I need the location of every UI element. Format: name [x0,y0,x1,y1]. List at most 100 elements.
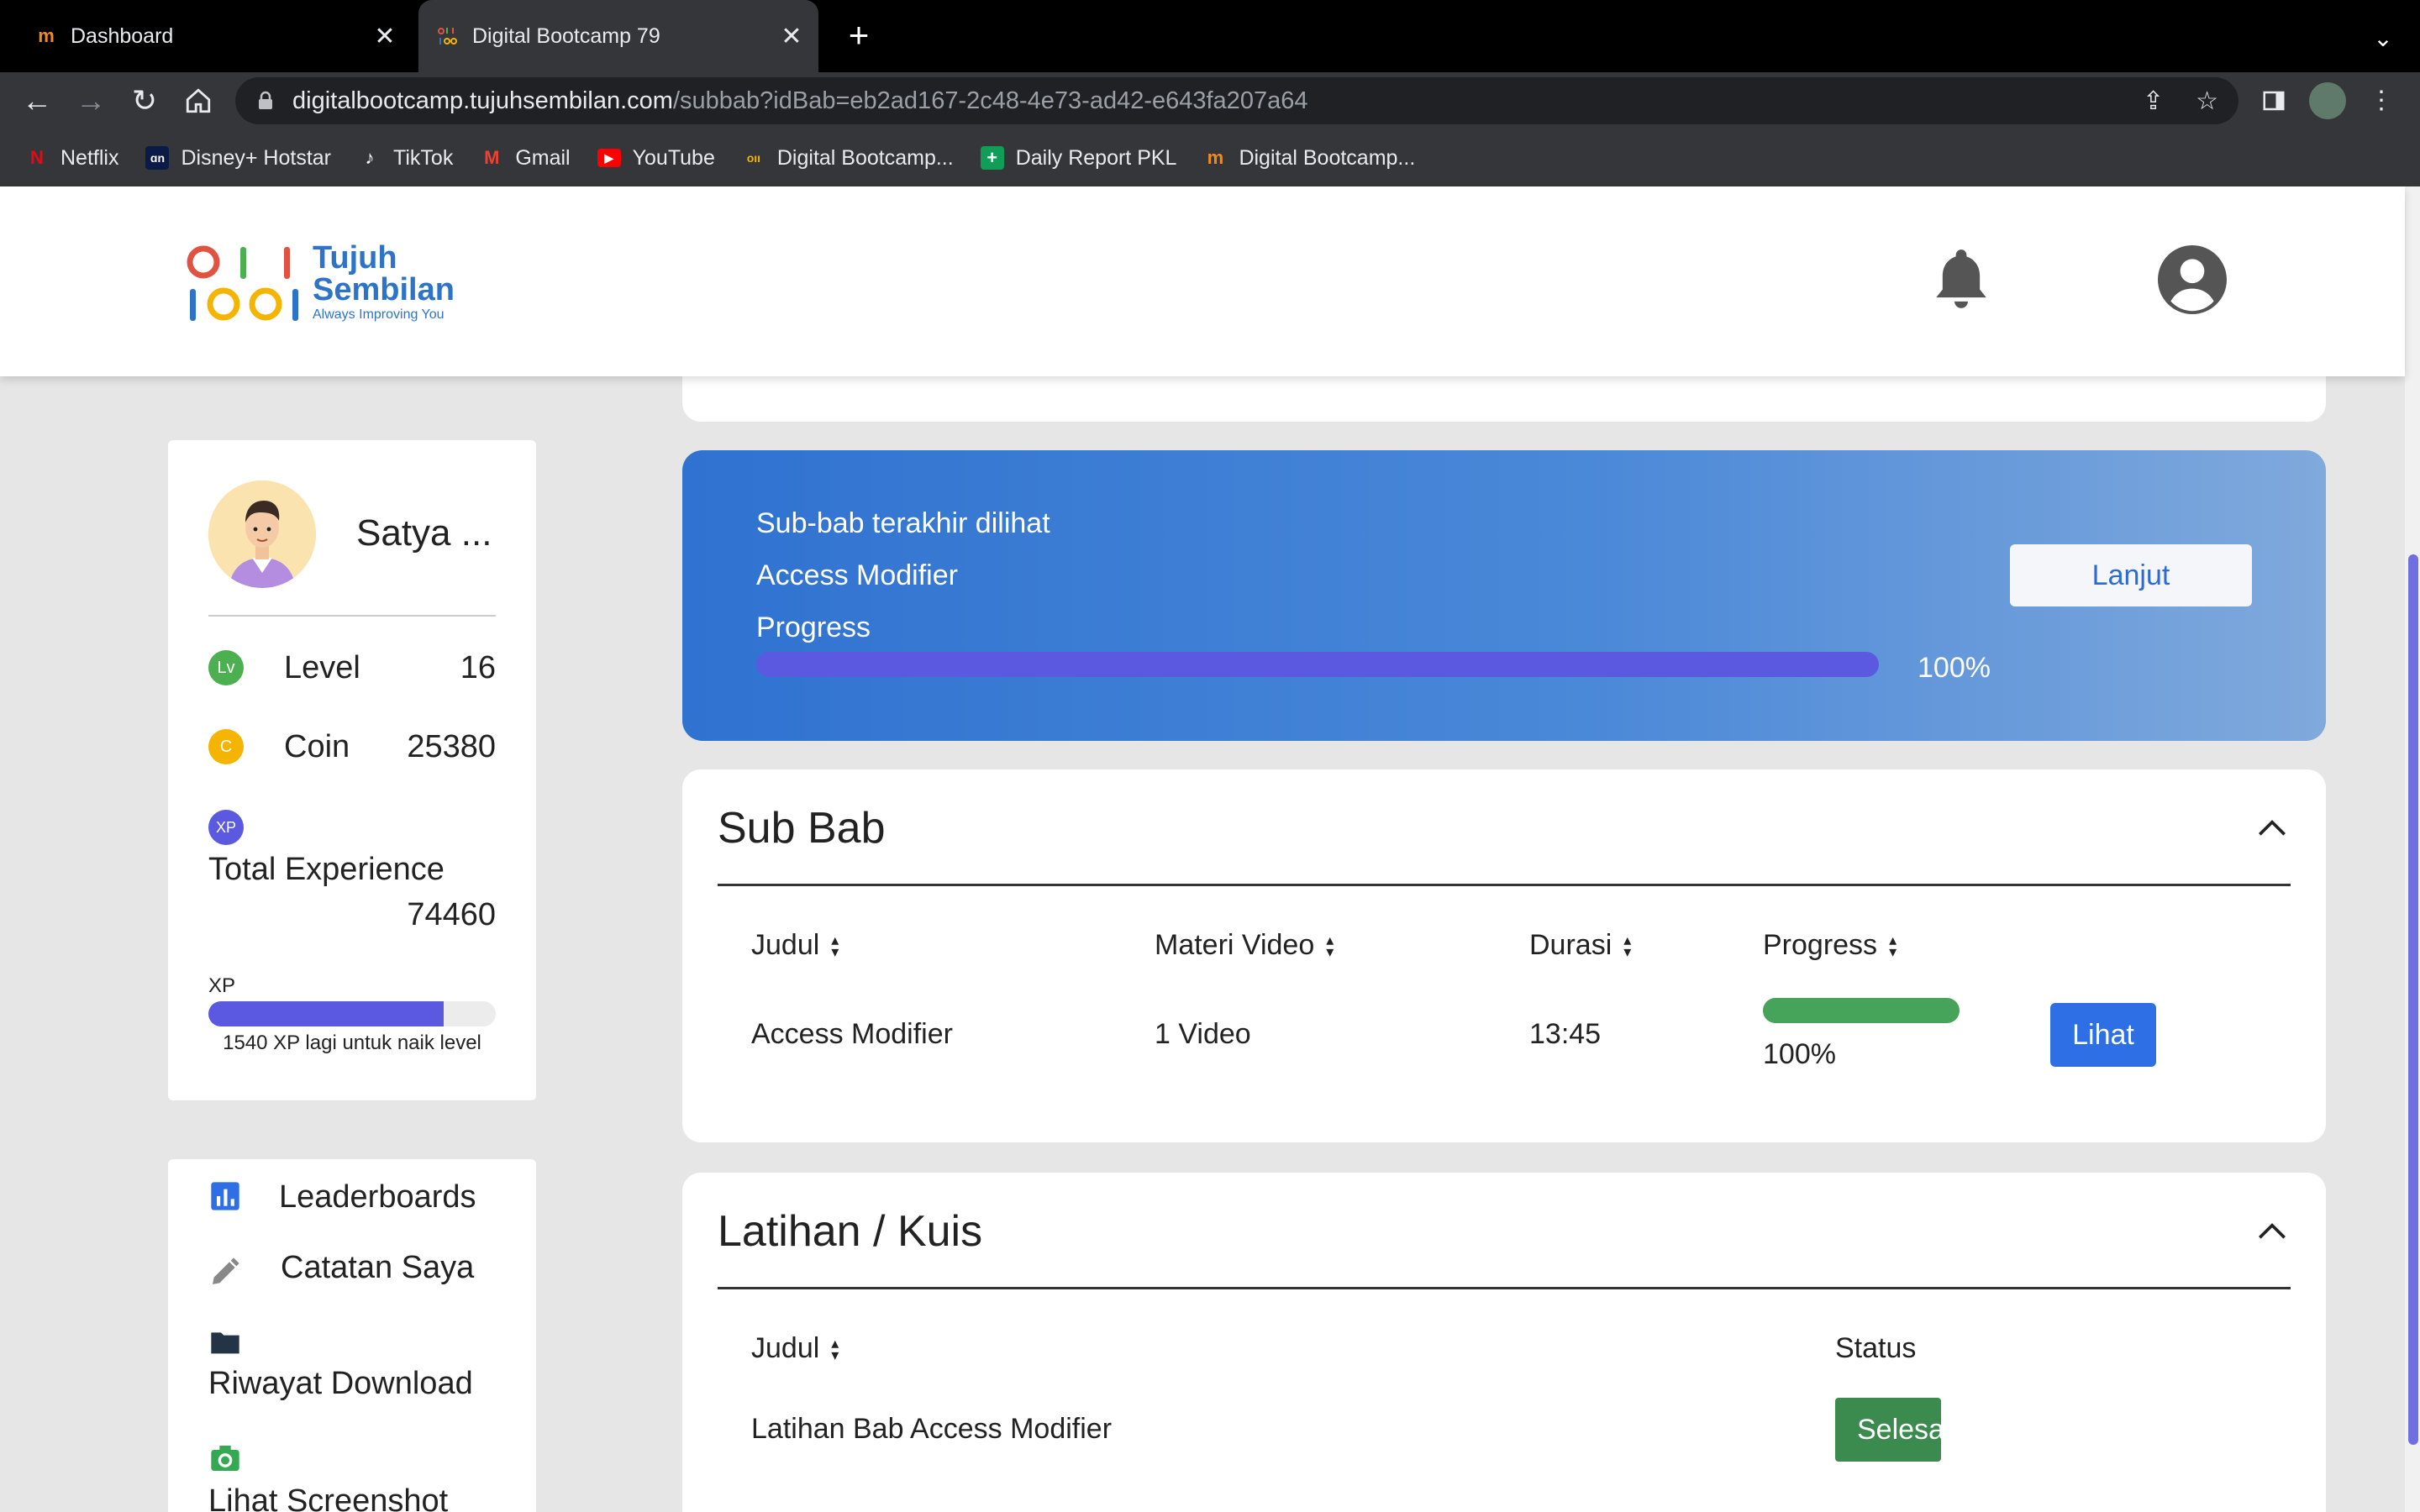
column-header-judul[interactable]: Judul ▴ ▾ [751,1332,839,1365]
column-header-judul[interactable]: Judul ▴ ▾ [751,929,839,962]
menu-item-label: Leaderboards [279,1179,476,1215]
column-header-label: Materi Video [1155,929,1315,961]
menu-item-label: Riwayat Download [208,1366,473,1401]
tab-title: Digital Bootcamp 79 [472,24,660,48]
kebab-menu-icon[interactable]: ⋮ [2365,81,2398,121]
bookmark-youtube[interactable]: ▶ YouTube [597,146,715,171]
bootcamp-icon [435,24,460,49]
bookmark-label: YouTube [632,145,715,170]
camera-icon [211,1446,239,1471]
level-badge-icon: Lv [208,650,244,685]
divider [718,1287,2291,1289]
side-panel-icon[interactable] [2255,81,2292,121]
bookmark-label: Netflix [60,145,119,170]
url-host: digitalbootcamp.tujuhsembilan.com [292,87,673,114]
chevron-up-icon[interactable] [2254,810,2291,847]
sort-icon[interactable]: ▴ ▾ [1889,932,1897,959]
bookmark-gmail[interactable]: M Gmail [480,146,570,171]
column-header-progress[interactable]: Progress ▴ ▾ [1763,929,1897,962]
menu-item-riwayat-download[interactable]: Riwayat Download [208,1326,528,1410]
column-header-durasi[interactable]: Durasi ▴ ▾ [1529,929,1631,962]
bootcamp-icon: m [1207,147,1224,168]
lanjut-button[interactable]: Lanjut [2010,544,2252,606]
last-seen-title: Access Modifier [756,559,958,591]
gmail-icon: M [484,147,500,168]
row-progress-bar [1763,998,1960,1023]
chevron-up-icon[interactable] [2254,1213,2291,1250]
url-path: /subbab?idBab=eb2ad167-2c48-4e73-ad42-e6… [672,87,1308,114]
folder-icon [211,1332,239,1354]
xp-note: 1540 XP lagi untuk naik level [223,1032,481,1054]
tab-digital-bootcamp[interactable]: Digital Bootcamp 79 ✕ [418,0,818,72]
cell-materi-video: 1 Video [1155,1018,1251,1050]
menu-item-leaderboards[interactable]: Leaderboards [208,1179,528,1233]
menu-item-lihat-screenshot[interactable]: Lihat Screenshot [208,1441,528,1512]
sort-icon[interactable]: ▴ ▾ [1326,932,1334,959]
bookmark-label: Digital Bootcamp... [1239,145,1416,170]
scrollbar-thumb[interactable] [2408,554,2418,1445]
column-header-status: Status [1835,1332,1916,1365]
bootcamp-icon: oıı [746,151,761,165]
level-label: Level [284,650,360,685]
logo-mark-icon [187,245,298,321]
bookmark-bootcamp-1[interactable]: oıı Digital Bootcamp... [742,146,954,171]
tiktok-icon: ♪ [365,147,375,168]
new-tab-button[interactable]: + [837,13,881,57]
close-icon[interactable]: ✕ [775,22,808,51]
row-progress-fill [1763,998,1960,1023]
column-header-label: Durasi [1529,929,1612,961]
sub-bab-title: Sub Bab [718,804,886,853]
last-seen-heading: Sub-bab terakhir dilihat [756,507,1050,539]
bookmark-label: Disney+ Hotstar [181,145,332,170]
reload-icon[interactable]: ↻ [124,81,165,121]
level-value: 16 [460,650,496,685]
profile-avatar-icon[interactable] [2309,82,2346,119]
logo-text-line1: Tujuh [313,240,397,276]
sub-bab-card [682,769,2326,1142]
forward-icon[interactable]: → [71,81,111,121]
column-header-label: Status [1835,1332,1917,1364]
cell-durasi: 13:45 [1529,1018,1602,1050]
column-header-label: Judul [751,929,820,961]
last-seen-progress-bar [756,652,1879,677]
address-bar[interactable]: digitalbootcamp.tujuhsembilan.com/subbab… [235,77,2238,124]
xp-bar-label: XP [208,974,236,997]
sort-icon[interactable]: ▴ ▾ [831,1336,839,1362]
user-account-icon[interactable] [2158,245,2227,314]
bookmark-hotstar[interactable]: ɑn Disney+ Hotstar [145,146,331,171]
avatar[interactable] [208,480,316,588]
share-icon[interactable]: ⇪ [2143,87,2164,116]
bookmarks-bar: N Netflix ɑn Disney+ Hotstar ♪ TikTok M Gmai… [0,129,2420,186]
close-icon[interactable]: ✕ [368,22,402,51]
latihan-kuis-title: Latihan / Kuis [718,1207,983,1256]
bookmark-bootcamp-2[interactable]: m Digital Bootcamp... [1203,145,1416,171]
tab-dashboard[interactable]: m Dashboard ✕ [17,0,412,72]
logo-tagline: Always Improving You [313,307,445,322]
bookmark-tiktok[interactable]: ♪ TikTok [358,146,454,171]
user-name: Satya ... [356,512,492,554]
bookmark-netflix[interactable]: N Netflix [25,146,118,171]
star-icon[interactable]: ☆ [2196,87,2218,116]
back-icon[interactable]: ← [17,81,57,121]
column-header-materi-video[interactable]: Materi Video ▴ ▾ [1155,929,1334,962]
sort-icon[interactable]: ▴ ▾ [831,932,839,959]
menu-item-catatan-saya[interactable]: Catatan Saya [208,1250,528,1304]
bell-icon[interactable] [1929,244,1993,314]
coin-value: 25380 [407,729,496,764]
column-header-label: Progress [1763,929,1878,961]
bookmark-label: Gmail [515,145,571,170]
column-header-label: Judul [751,1332,820,1364]
menu-item-label: Lihat Screenshot [208,1483,449,1512]
cell-judul: Latihan Bab Access Modifier [751,1413,1113,1445]
home-icon[interactable] [178,81,218,121]
bookmark-daily-report[interactable]: + Daily Report PKL [980,146,1176,171]
sort-icon[interactable]: ▴ ▾ [1623,932,1631,959]
chevron-down-icon[interactable]: ⌄ [2361,17,2405,60]
total-experience-value: 74460 [407,897,496,932]
lock-icon[interactable] [257,91,277,111]
divider [208,615,496,617]
lihat-button[interactable]: Lihat [2050,1003,2156,1067]
bar-chart-icon [211,1182,239,1210]
cell-judul: Access Modifier [751,1018,953,1050]
site-logo[interactable]: Tujuh Sembilan Always Improving You [185,240,471,324]
